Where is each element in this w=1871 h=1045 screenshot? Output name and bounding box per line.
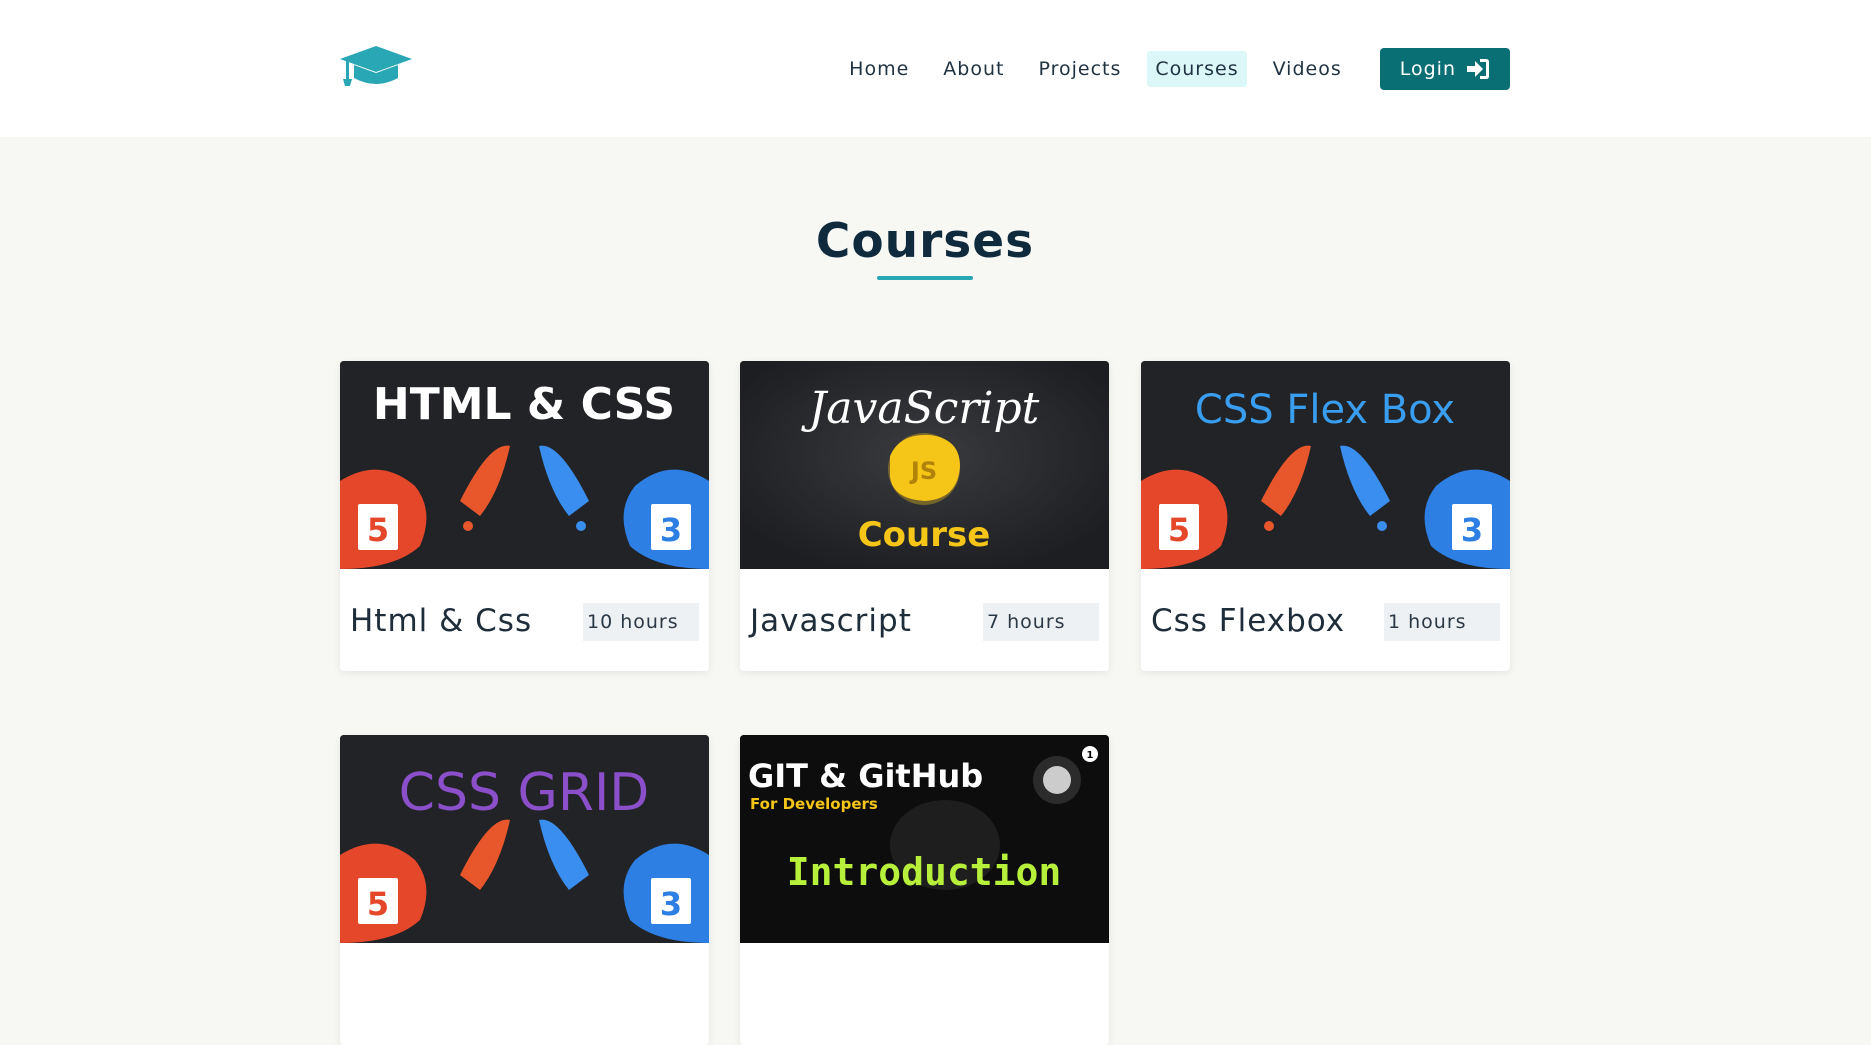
course-hours-badge: 7 hours bbox=[983, 603, 1099, 641]
course-name: Javascript bbox=[750, 603, 912, 639]
course-thumbnail: CSS GRID 5 3 bbox=[340, 735, 709, 943]
thumb-badge: 1 bbox=[1087, 750, 1094, 761]
course-card-javascript[interactable]: JavaScript JS Course Javascript 7 hours bbox=[740, 361, 1109, 671]
course-hours-badge: 1 hours bbox=[1384, 603, 1500, 641]
login-label: Login bbox=[1399, 58, 1456, 80]
nav-courses[interactable]: Courses bbox=[1147, 51, 1247, 87]
svg-text:5: 5 bbox=[1168, 511, 1190, 549]
thumb-title: HTML & CSS bbox=[373, 379, 675, 430]
course-thumbnail: HTML & CSS 5 3 bbox=[340, 361, 709, 569]
svg-text:5: 5 bbox=[367, 885, 389, 923]
course-thumbnail: GIT & GitHub 1 For Developers Introducti… bbox=[740, 735, 1109, 943]
svg-text:5: 5 bbox=[367, 511, 389, 549]
nav-videos[interactable]: Videos bbox=[1265, 51, 1350, 87]
nav-home[interactable]: Home bbox=[841, 51, 917, 87]
course-card-html-css[interactable]: HTML & CSS 5 3 Html & Css 10 hours bbox=[340, 361, 709, 671]
thumb-title: CSS GRID bbox=[399, 763, 650, 823]
svg-text:3: 3 bbox=[660, 885, 682, 923]
thumb-title: GIT & GitHub bbox=[748, 757, 983, 795]
nav-projects[interactable]: Projects bbox=[1030, 51, 1129, 87]
page-title: Courses bbox=[815, 214, 1035, 269]
course-card-body: Css Flexbox 1 hours bbox=[1141, 569, 1510, 671]
sign-in-icon bbox=[1467, 59, 1489, 79]
thumb-title: CSS Flex Box bbox=[1195, 387, 1455, 433]
graduation-cap-icon[interactable] bbox=[338, 44, 414, 90]
thumb-title: JavaScript bbox=[801, 383, 1040, 434]
thumb-subtitle: Course bbox=[858, 515, 991, 555]
course-card-css-grid[interactable]: CSS GRID 5 3 bbox=[340, 735, 709, 1045]
title-underline bbox=[877, 276, 973, 280]
svg-text:JS: JS bbox=[909, 457, 937, 485]
main-nav: Home About Projects Courses Videos Login bbox=[841, 48, 1510, 90]
site-header: Home About Projects Courses Videos Login bbox=[0, 0, 1871, 137]
course-name: Css Flexbox bbox=[1151, 603, 1346, 639]
thumb-subtitle2: Introduction bbox=[787, 850, 1062, 894]
course-card-css-flexbox[interactable]: CSS Flex Box 5 3 Css Flexbox 1 hours bbox=[1141, 361, 1510, 671]
course-hours-badge: 10 hours bbox=[583, 603, 699, 641]
course-name: Html & Css bbox=[350, 603, 533, 639]
thumb-subtitle: For Developers bbox=[750, 795, 878, 813]
course-card-body: Javascript 7 hours bbox=[740, 569, 1109, 671]
course-thumbnail: JavaScript JS Course bbox=[740, 361, 1109, 569]
login-button[interactable]: Login bbox=[1379, 48, 1510, 90]
svg-text:3: 3 bbox=[660, 511, 682, 549]
course-thumbnail: CSS Flex Box 5 3 bbox=[1141, 361, 1510, 569]
course-card-git-github[interactable]: GIT & GitHub 1 For Developers Introducti… bbox=[740, 735, 1109, 1045]
svg-text:3: 3 bbox=[1461, 511, 1483, 549]
course-card-body: Html & Css 10 hours bbox=[340, 569, 709, 671]
nav-about[interactable]: About bbox=[935, 51, 1012, 87]
